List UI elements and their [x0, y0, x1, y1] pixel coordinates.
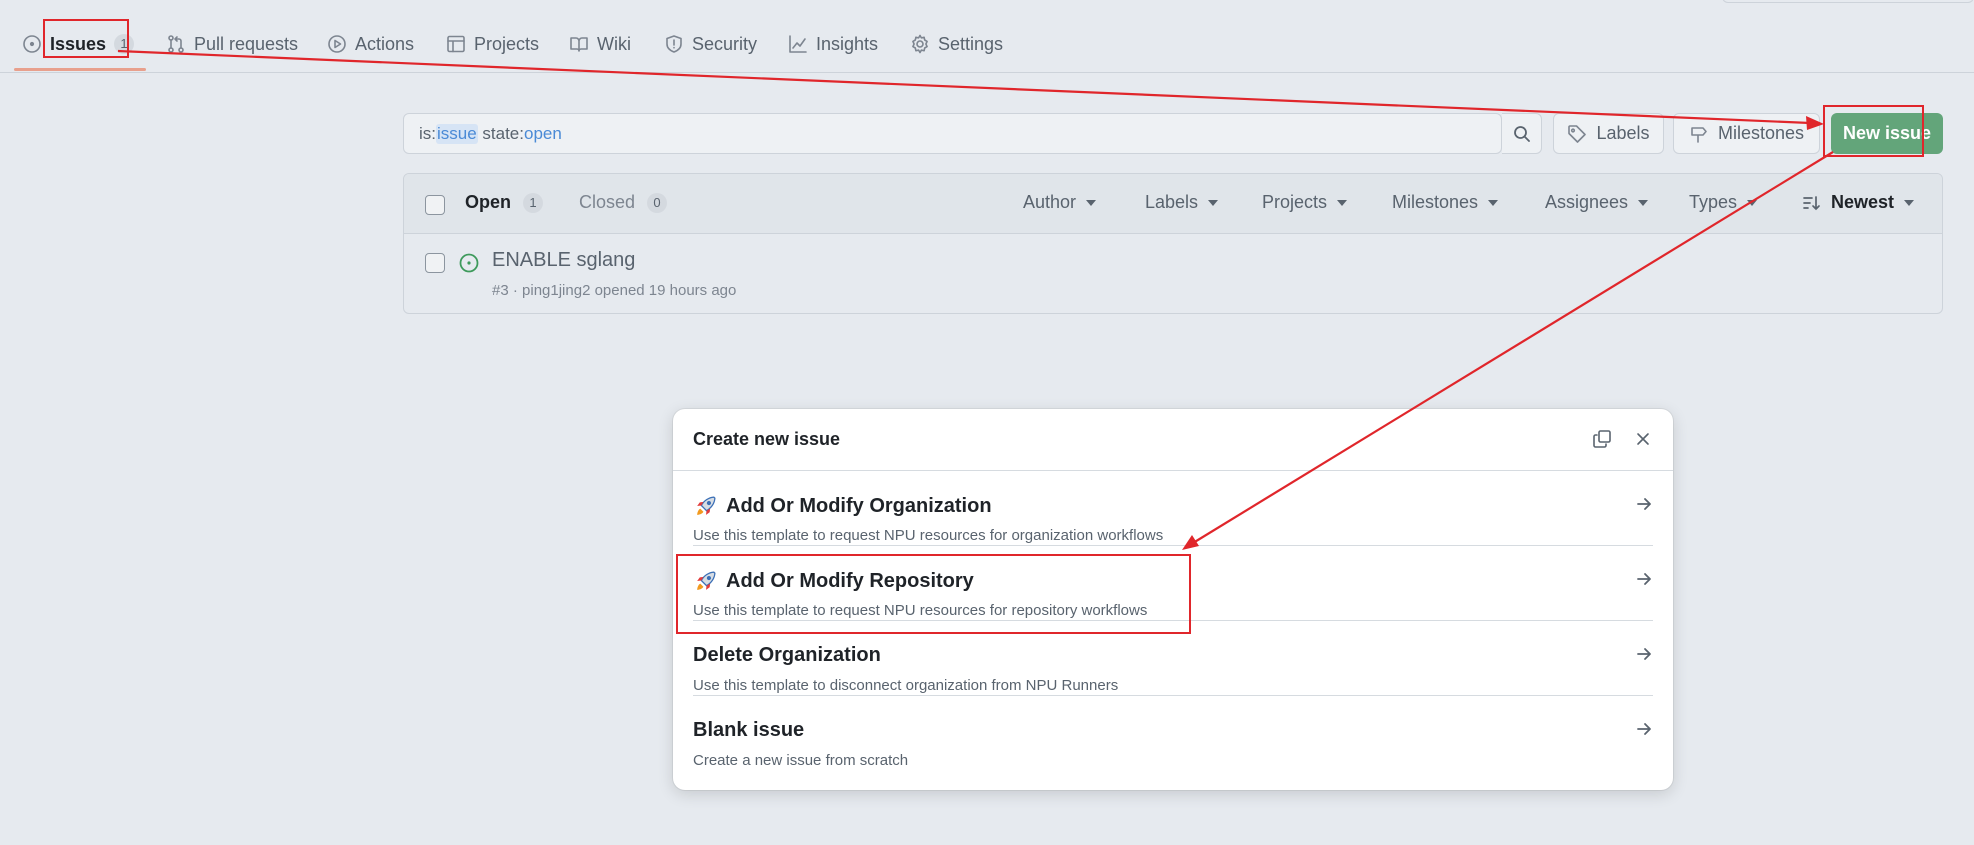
- template-description: Use this template to request NPU resourc…: [693, 527, 1164, 544]
- tab-wiki-label: Wiki: [597, 33, 631, 54]
- search-qualifier-is: is:: [419, 123, 436, 143]
- gear-icon: [912, 34, 928, 54]
- search-value-issue: issue: [436, 123, 478, 144]
- tab-insights-label: Insights: [816, 33, 879, 54]
- chevron-down-icon: [1638, 199, 1649, 206]
- search-button[interactable]: [1502, 113, 1542, 154]
- assignees-filter[interactable]: Assignees: [1545, 192, 1649, 213]
- issue-title-link[interactable]: ENABLE sglang: [492, 249, 635, 272]
- template-description: Create a new issue from scratch: [693, 752, 909, 769]
- copy-icon: [1593, 430, 1611, 448]
- table-icon: [447, 35, 465, 53]
- issue-opened-icon: [459, 253, 479, 273]
- open-label: Open: [465, 192, 512, 212]
- labels-button[interactable]: Labels: [1553, 113, 1664, 154]
- rocket-icon: [697, 496, 716, 515]
- tab-pull-requests[interactable]: Pull requests: [166, 29, 298, 59]
- active-tab-indicator: [14, 68, 146, 71]
- arrow-right-icon: [1635, 495, 1653, 513]
- arrow-right-icon: [1635, 645, 1653, 663]
- template-name: Delete Organization: [693, 644, 881, 666]
- arrow-right-icon: [1635, 720, 1653, 738]
- book-icon: [570, 37, 588, 52]
- tab-security-label: Security: [692, 33, 758, 54]
- milestone-icon: [1691, 126, 1707, 143]
- issues-search-input[interactable]: is: issue state: open: [403, 113, 1502, 154]
- issues-list-header: Open 1 Closed 0 Author Labels Projects M…: [404, 174, 1942, 234]
- issue-meta: #3 · ping1jing2 opened 19 hours ago: [492, 282, 737, 299]
- repo-nav: Issues 1 Pull requests Actions Projects …: [0, 0, 1974, 73]
- chevron-down-icon: [1747, 199, 1758, 206]
- chevron-down-icon: [1086, 199, 1097, 206]
- shield-icon: [666, 35, 682, 53]
- tab-actions-label: Actions: [355, 33, 415, 54]
- template-add-or-modify-organization[interactable]: Add Or Modify Organization Use this temp…: [693, 471, 1653, 546]
- git-pull-request-icon: [168, 35, 184, 53]
- chevron-down-icon: [1208, 199, 1219, 206]
- issues-list: Open 1 Closed 0 Author Labels Projects M…: [403, 173, 1943, 314]
- projects-filter-label: Projects: [1262, 192, 1328, 212]
- search-value-open: open: [524, 123, 562, 143]
- sort-label: Newest: [1831, 192, 1895, 212]
- graph-icon: [789, 35, 807, 53]
- play-icon: [328, 35, 346, 53]
- select-all-checkbox[interactable]: [425, 195, 445, 215]
- tab-insights[interactable]: Insights: [788, 29, 878, 59]
- closed-label: Closed: [579, 192, 636, 212]
- template-name: Blank issue: [693, 719, 805, 741]
- chevron-down-icon: [1488, 199, 1499, 206]
- tab-security[interactable]: Security: [664, 29, 757, 59]
- annotation-box-issues-tab: [43, 19, 129, 58]
- close-icon: [1637, 433, 1649, 445]
- tab-settings[interactable]: Settings: [910, 29, 1003, 59]
- milestones-button[interactable]: Milestones: [1673, 113, 1820, 154]
- labels-button-label: Labels: [1596, 123, 1650, 143]
- search-icon: [1513, 125, 1530, 142]
- tab-projects[interactable]: Projects: [446, 29, 539, 59]
- labels-filter[interactable]: Labels: [1145, 192, 1219, 213]
- search-query: is: issue state: open: [404, 123, 562, 144]
- milestones-filter-label: Milestones: [1392, 192, 1479, 212]
- labels-filter-label: Labels: [1145, 192, 1199, 212]
- chevron-down-icon: [1904, 199, 1915, 206]
- tab-settings-label: Settings: [938, 33, 1004, 54]
- assignees-filter-label: Assignees: [1545, 192, 1629, 212]
- types-filter[interactable]: Types: [1689, 192, 1758, 213]
- tab-pull-requests-label: Pull requests: [194, 33, 299, 54]
- tag-icon: [1568, 124, 1587, 143]
- projects-filter[interactable]: Projects: [1262, 192, 1348, 213]
- open-count: 1: [523, 192, 544, 213]
- closed-issues-tab[interactable]: Closed 0: [579, 192, 668, 213]
- header-corner: [1722, 0, 1974, 3]
- milestones-button-label: Milestones: [1717, 123, 1805, 143]
- template-blank-issue[interactable]: Blank issue Create a new issue from scra…: [693, 696, 1653, 771]
- sort-dropdown[interactable]: Newest: [1801, 192, 1915, 213]
- template-name: Add Or Modify Organization: [693, 494, 992, 519]
- tab-actions[interactable]: Actions: [327, 29, 414, 59]
- milestones-filter[interactable]: Milestones: [1392, 192, 1499, 213]
- author-filter-label: Author: [1023, 192, 1077, 212]
- arrow-right-icon: [1635, 570, 1653, 588]
- template-name-label: Add Or Modify Organization: [726, 495, 992, 517]
- close-button[interactable]: [1631, 427, 1655, 451]
- issue-checkbox[interactable]: [425, 253, 445, 273]
- copy-button[interactable]: [1590, 427, 1614, 451]
- types-filter-label: Types: [1689, 192, 1738, 212]
- sort-desc-icon: [1803, 195, 1820, 210]
- tab-wiki[interactable]: Wiki: [569, 29, 631, 59]
- issue-opened-icon: [23, 35, 41, 53]
- template-description: Use this template to disconnect organiza…: [693, 677, 1119, 694]
- annotation-box-repository-template: [676, 554, 1191, 634]
- dialog-title: Create new issue: [693, 429, 841, 449]
- search-qualifier-state: state:: [477, 123, 524, 143]
- author-filter[interactable]: Author: [1023, 192, 1097, 213]
- open-issues-tab[interactable]: Open 1: [465, 192, 544, 213]
- closed-count: 0: [647, 192, 668, 213]
- chevron-down-icon: [1337, 199, 1348, 206]
- tab-projects-label: Projects: [474, 33, 540, 54]
- annotation-box-new-issue: [1823, 105, 1924, 157]
